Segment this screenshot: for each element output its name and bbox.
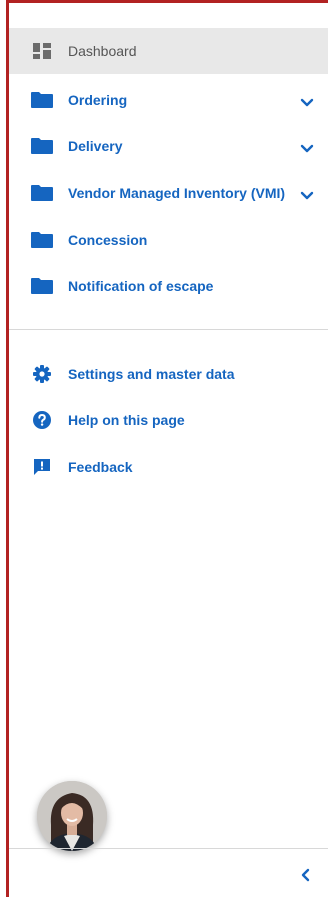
divider [9,329,328,330]
folder-icon [31,137,53,155]
sidebar-item-vmi[interactable]: Vendor Managed Inventory (VMI) [9,170,328,216]
sidebar-item-help[interactable]: Help on this page [9,397,328,443]
feedback-icon [31,458,53,476]
folder-icon [31,91,53,109]
sidebar-item-settings[interactable]: Settings and master data [9,351,328,397]
sidebar-item-label: Dashboard [68,43,137,59]
sidebar-item-label: Help on this page [68,412,185,428]
sidebar-item-dashboard[interactable]: Dashboard [9,28,328,74]
sidebar-item-label: Notification of escape [68,278,214,294]
sidebar-item-label: Settings and master data [68,366,235,382]
folder-icon [31,277,53,295]
avatar[interactable] [37,781,107,851]
chevron-down-icon[interactable] [300,141,314,153]
chevron-down-icon[interactable] [300,95,314,107]
sidebar-item-delivery[interactable]: Delivery [9,123,328,169]
chevron-left-icon[interactable] [298,867,314,883]
sidebar-item-label: Vendor Managed Inventory (VMI) [68,185,286,201]
help-icon [31,411,53,429]
sidebar-item-label: Delivery [68,138,123,154]
sidebar-item-label: Ordering [68,92,128,108]
sidebar-item-feedback[interactable]: Feedback [9,444,328,490]
app-frame: Dashboard Ordering Delivery Vendor Manag… [0,0,328,897]
sidebar: Dashboard Ordering Delivery Vendor Manag… [9,3,328,897]
dashboard-icon [31,42,53,60]
folder-icon [31,231,53,249]
chevron-down-icon[interactable] [300,188,314,200]
gear-icon [31,365,53,383]
sidebar-item-label: Feedback [68,459,133,475]
divider [9,848,328,849]
sidebar-item-label: Concession [68,232,148,248]
sidebar-item-notification-of-escape[interactable]: Notification of escape [9,263,328,309]
sidebar-item-ordering[interactable]: Ordering [9,77,328,123]
folder-icon [31,184,53,202]
sidebar-item-concession[interactable]: Concession [9,217,328,263]
